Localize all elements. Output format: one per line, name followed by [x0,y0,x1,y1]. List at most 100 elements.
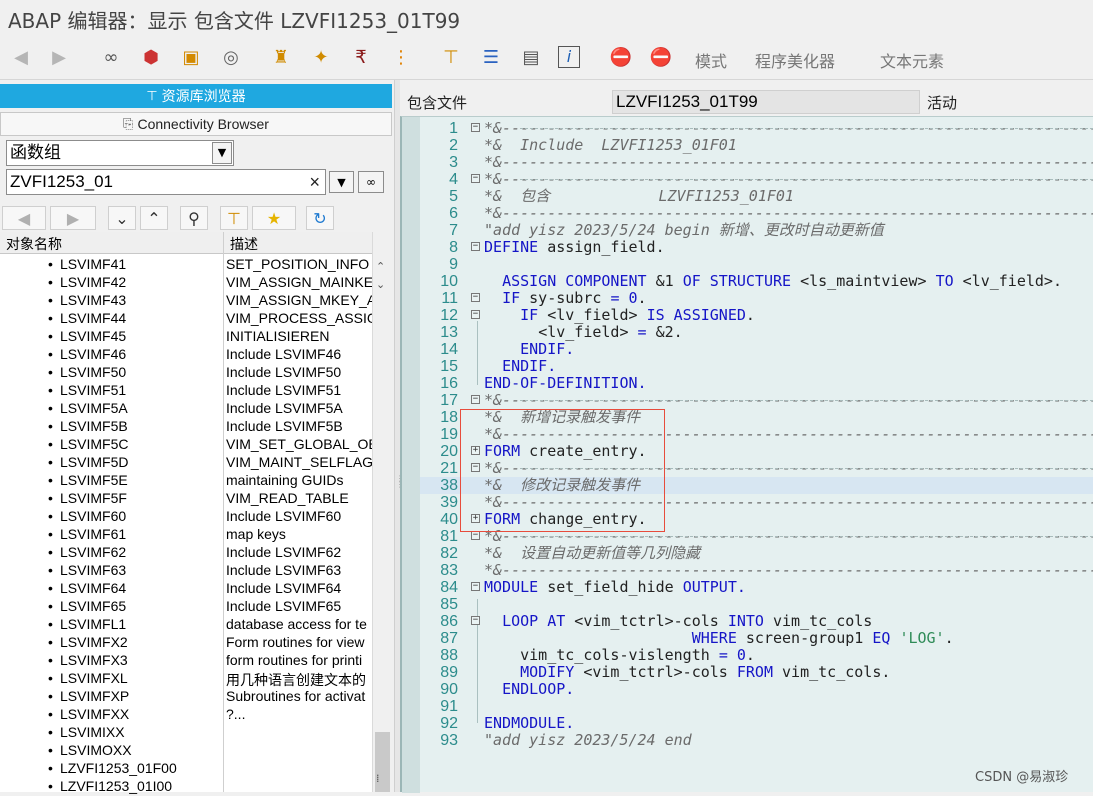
table-row[interactable]: • LSVIMOXX [0,742,372,760]
session-breakpoint-icon[interactable]: ⛔ [648,46,674,70]
text-elements-button[interactable]: 文本元素 [880,48,944,72]
collapse-all-icon[interactable]: ⌄ [108,206,136,230]
table-row[interactable]: • LSVIMF5E maintaining GUIDs [0,472,372,490]
display-glasses-icon[interactable]: ∞ [358,171,384,193]
column-header-desc: 描述 [230,237,258,253]
stop-breakpoint-icon[interactable]: ⛔ [608,46,634,70]
refresh-icon[interactable]: ↻ [306,206,334,230]
table-row[interactable]: • LSVIMF5B Include LSVIMF5B [0,418,372,436]
table-row[interactable]: • LSVIMF43 VIM_ASSIGN_MKEY_A [0,292,372,310]
info-icon[interactable]: i [558,46,580,68]
table-row[interactable]: • LZVFI1253_01I00 [0,778,372,796]
binoculars-icon[interactable]: ⚲ [180,206,208,230]
fold-collapse-icon[interactable]: − [471,582,480,591]
table-row[interactable]: • LSVIMFXP Subroutines for activat [0,688,372,706]
object-name-value: ZVFI1253_01 [10,172,114,191]
expand-all-icon[interactable]: ⌃ [140,206,168,230]
table-row[interactable]: • LSVIMIXX [0,724,372,742]
check-icon[interactable]: ▣ [178,46,204,70]
object-desc-cell: Include LSVIMF63 [226,562,342,578]
dropdown-button[interactable]: ▼ [329,171,354,193]
fold-collapse-icon[interactable]: − [471,293,480,302]
repository-browser-button[interactable]: ⊤ 资源库浏览器 [0,84,392,108]
fold-collapse-icon[interactable]: − [471,310,480,319]
object-desc-cell: INITIALISIEREN [226,328,330,344]
display-change-icon[interactable]: ∞ [98,46,124,70]
where-used-icon[interactable]: ✦ [308,46,334,70]
table-row[interactable]: • LZVFI1253_01F00 [0,760,372,778]
activate-icon[interactable]: ◎ [218,46,244,70]
code-line: 15 ENDIF. [440,357,557,376]
pattern-button[interactable]: 模式 [695,48,727,72]
table-row[interactable]: • LSVIMF5F VIM_READ_TABLE [0,490,372,508]
chevron-down-icon[interactable]: ▼ [212,142,232,164]
code-line: 93 "add yisz 2023/5/24 end [440,731,692,750]
table-row[interactable]: • LSVIMF51 Include LSVIMF51 [0,382,372,400]
code-line: 87 WHERE screen-group1 EQ 'LOG'. [440,629,954,648]
navigate-icon[interactable]: ⋮ [388,46,414,70]
clear-icon[interactable]: × [309,170,320,194]
object-type-select[interactable]: 函数组 ▼ [6,140,234,166]
table-row[interactable]: • LSVIMF63 Include LSVIMF63 [0,562,372,580]
table-row[interactable]: • LSVIMF42 VIM_ASSIGN_MAINKEY [0,274,372,292]
table-row[interactable]: • LSVIMF62 Include LSVIMF62 [0,544,372,562]
table-row[interactable]: • LSVIMF61 map keys [0,526,372,544]
stack-icon[interactable]: ☰ [478,46,504,70]
object-name-cell: LSVIMF43 [60,292,127,308]
bullet-icon: • [48,670,53,686]
test-icon[interactable]: ♜ [268,46,294,70]
bullet-icon: • [48,328,53,344]
fold-collapse-icon[interactable]: − [471,174,480,183]
bullet-icon: • [48,274,53,290]
object-desc-cell: Include LSVIMF65 [226,598,342,614]
table-row[interactable]: • LSVIMFXX?... [0,706,372,724]
table-row[interactable]: • LSVIMF46 Include LSVIMF46 [0,346,372,364]
fold-collapse-icon[interactable]: − [471,242,480,251]
other-object-icon[interactable]: ⬢ [138,46,164,70]
back-arrow-icon[interactable]: ◀ [2,206,46,230]
object-desc-cell: Include LSVIMF64 [226,580,342,596]
connectivity-browser-button[interactable]: ⎘ Connectivity Browser [0,112,392,136]
arrow-right-icon[interactable]: ▶ [46,46,72,70]
hierarchy-icon[interactable]: ⊤ [438,46,464,70]
fold-collapse-icon[interactable]: − [471,395,480,404]
table-row[interactable]: • LSVIMF60 Include LSVIMF60 [0,508,372,526]
table-row[interactable]: • LSVIMFX3 form routines for printi [0,652,372,670]
bullet-icon: • [48,400,53,416]
layout-icon[interactable]: ▤ [518,46,544,70]
table-row[interactable]: • LSVIMFL1 database access for te [0,616,372,634]
table-row[interactable]: • LSVIMF50 Include LSVIMF50 [0,364,372,382]
table-row[interactable]: • LSVIMF45 INITIALISIEREN [0,328,372,346]
pretty-printer-button[interactable]: 程序美化器 [755,48,835,72]
table-row[interactable]: • LSVIMF64 Include LSVIMF64 [0,580,372,598]
vertical-scrollbar[interactable]: ⌃ ⌄ ⁞ [372,232,392,792]
scroll-down-icon[interactable]: ⌄ [376,278,385,291]
table-row[interactable]: • LSVIMF5D VIM_MAINT_SELFLAG [0,454,372,472]
bullet-icon: • [48,562,53,578]
forward-arrow-icon[interactable]: ▶ [50,206,96,230]
object-name-input[interactable]: ZVFI1253_01 × [6,169,326,195]
include-name-field: LZVFI1253_01T99 [612,90,920,114]
table-row[interactable]: • LSVIMFXL 用几种语言创建文本的 [0,670,372,688]
object-name-cell: LSVIMFX3 [60,652,128,668]
object-desc-cell: Include LSVIMF60 [226,508,342,524]
arrow-left-icon[interactable]: ◀ [8,46,34,70]
table-row[interactable]: • LSVIMF5A Include LSVIMF5A [0,400,372,418]
table-row[interactable]: • LSVIMF5C VIM_SET_GLOBAL_OB [0,436,372,454]
scroll-up-icon[interactable]: ⌃ [376,260,385,273]
table-row[interactable]: • LSVIMF41 SET_POSITION_INFO [0,256,372,274]
fold-collapse-icon[interactable]: − [471,531,480,540]
fold-collapse-icon[interactable]: − [471,616,480,625]
table-row[interactable]: • LSVIMFX2 Form routines for view [0,634,372,652]
tree-icon[interactable]: ⊤ [220,206,248,230]
favorites-star-icon[interactable]: ★ [252,206,296,230]
object-name-cell: LSVIMF5A [60,400,128,416]
dictionary-icon[interactable]: ₹ [348,46,374,70]
object-desc-cell: VIM_ASSIGN_MAINKEY [226,274,372,290]
bullet-icon: • [48,490,53,506]
repository-browser-panel: ⊤ 资源库浏览器 ⎘ Connectivity Browser 函数组 ▼ ZV… [0,80,394,794]
fold-collapse-icon[interactable]: − [471,123,480,132]
table-row[interactable]: • LSVIMF65 Include LSVIMF65 [0,598,372,616]
table-row[interactable]: • LSVIMF44 VIM_PROCESS_ASSIG [0,310,372,328]
object-desc-cell: map keys [226,526,286,542]
